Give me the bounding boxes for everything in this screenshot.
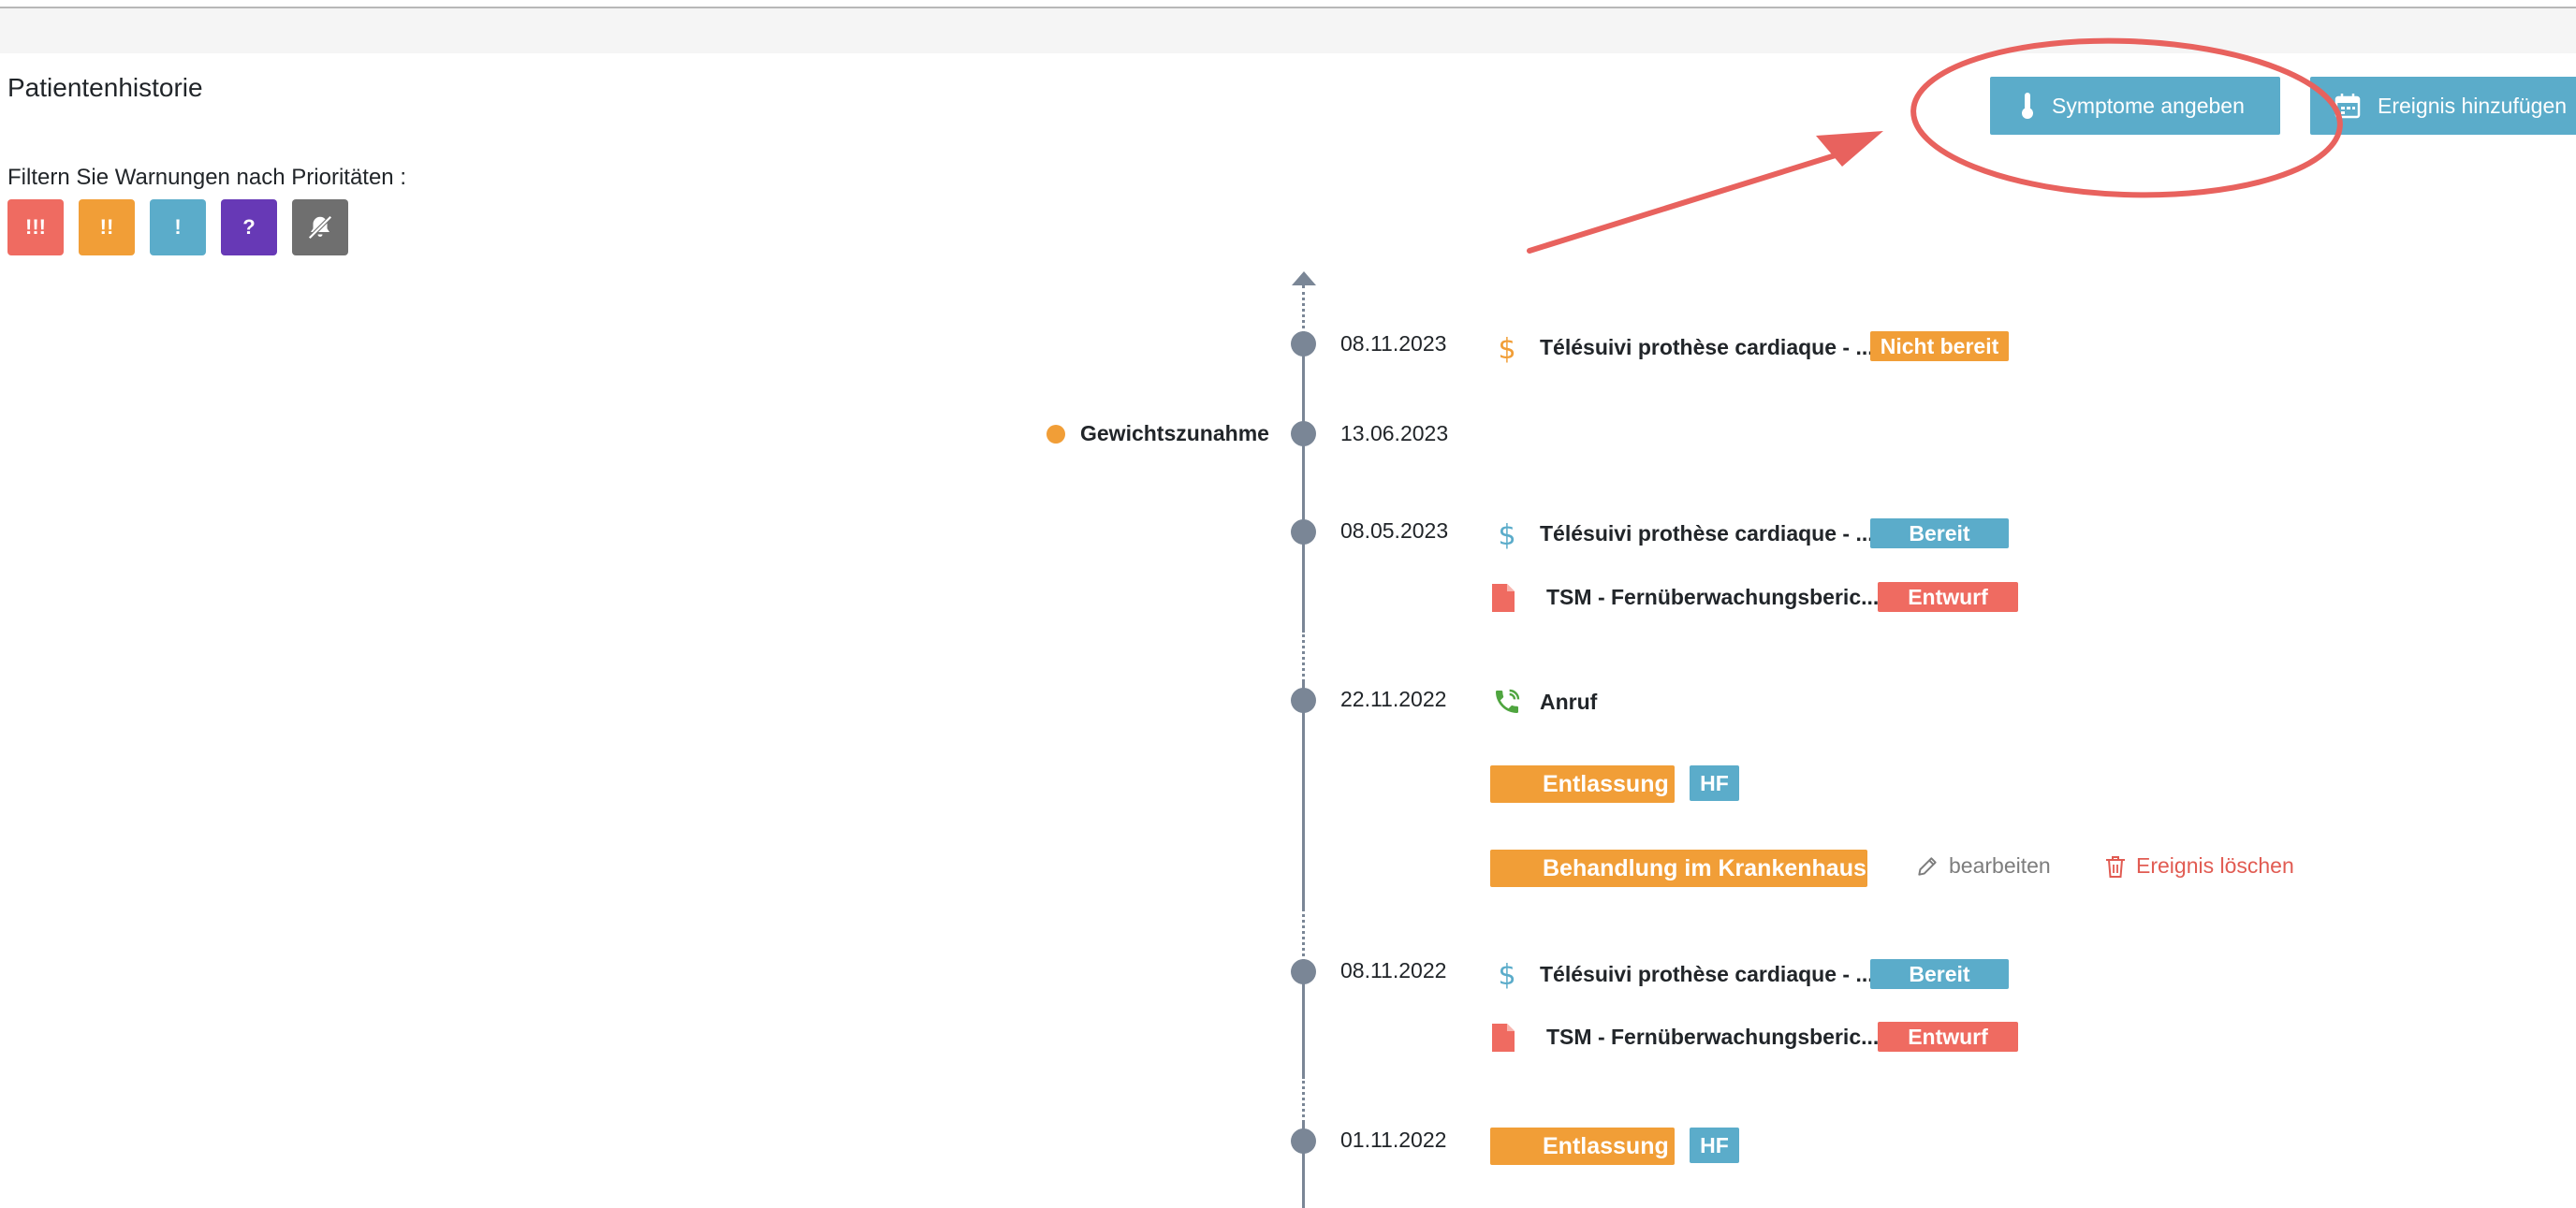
filter-muted-button[interactable] bbox=[292, 199, 348, 255]
report-symptoms-button[interactable]: Symptome angeben bbox=[1990, 77, 2280, 135]
annotation-arrow-line bbox=[1527, 147, 1856, 254]
annotation-arrow-head bbox=[1816, 131, 1883, 167]
svg-text:$: $ bbox=[1498, 519, 1515, 549]
dollar-icon: $ bbox=[1496, 519, 1518, 549]
timeline-dashed-segment bbox=[1302, 1076, 1305, 1123]
timeline-dot bbox=[1291, 331, 1316, 357]
add-event-button[interactable]: Ereignis hinzufügen bbox=[2310, 77, 2576, 135]
event-category-pill[interactable]: Entlassung bbox=[1490, 765, 1675, 803]
status-badge: Bereit bbox=[1870, 959, 2009, 989]
add-event-label: Ereignis hinzufügen bbox=[2378, 93, 2568, 118]
timeline-date: 08.11.2022 bbox=[1340, 958, 1447, 982]
phone-icon bbox=[1492, 687, 1522, 717]
status-badge: Entwurf bbox=[1878, 582, 2018, 612]
svg-text:$: $ bbox=[1498, 333, 1515, 363]
timeline-line bbox=[1302, 340, 1305, 630]
timeline-dot bbox=[1291, 421, 1316, 446]
window-top-border bbox=[0, 0, 2576, 8]
symptom-label[interactable]: Gewichtszunahme bbox=[1080, 421, 1269, 446]
edit-event-button[interactable]: bearbeiten bbox=[1915, 853, 2051, 879]
filter-priority-medium-button[interactable]: ! bbox=[150, 199, 206, 255]
timeline-date: 22.11.2022 bbox=[1340, 687, 1447, 711]
status-badge: Nicht bereit bbox=[1870, 331, 2009, 361]
page-title: Patientenhistorie bbox=[7, 73, 203, 102]
delete-event-button[interactable]: Ereignis löschen bbox=[2104, 853, 2294, 879]
warning-dot bbox=[1046, 425, 1065, 444]
svg-text:$: $ bbox=[1498, 959, 1515, 989]
timeline-dot bbox=[1291, 688, 1316, 713]
timeline-dashed-segment bbox=[1302, 630, 1305, 682]
timeline-line bbox=[1302, 682, 1305, 908]
muted-bell-icon bbox=[306, 213, 334, 241]
hf-tag: HF bbox=[1690, 765, 1739, 801]
timeline-line bbox=[1302, 975, 1305, 1076]
dollar-icon: $ bbox=[1496, 959, 1518, 989]
filter-priority-high-button[interactable]: !! bbox=[79, 199, 135, 255]
thermometer-icon bbox=[2020, 92, 2035, 120]
event-title-link[interactable]: Télésuivi prothèse cardiaque - ... bbox=[1540, 335, 1874, 360]
document-icon bbox=[1490, 1022, 1516, 1054]
filter-priority-unknown-button[interactable]: ? bbox=[221, 199, 277, 255]
event-category-pill[interactable]: Entlassung bbox=[1490, 1128, 1675, 1165]
timeline-dot bbox=[1291, 959, 1316, 984]
pencil-icon bbox=[1915, 854, 1939, 879]
event-title-link[interactable]: TSM - Fernüberwachungsberic... bbox=[1546, 1025, 1879, 1050]
document-icon bbox=[1490, 582, 1516, 614]
top-toolbar-strip bbox=[0, 8, 2576, 53]
dollar-icon: $ bbox=[1496, 333, 1518, 363]
edit-event-label: bearbeiten bbox=[1949, 853, 2051, 878]
timeline-date: 08.05.2023 bbox=[1340, 518, 1449, 543]
timeline-date: 13.06.2023 bbox=[1340, 421, 1449, 445]
trash-icon bbox=[2104, 854, 2127, 879]
delete-event-label: Ereignis löschen bbox=[2136, 853, 2294, 878]
calendar-icon bbox=[2334, 93, 2361, 119]
status-badge: Bereit bbox=[1870, 518, 2009, 548]
report-symptoms-label: Symptome angeben bbox=[2052, 93, 2245, 118]
timeline-dot bbox=[1291, 1128, 1316, 1154]
filter-priority-critical-button[interactable]: !!! bbox=[7, 199, 64, 255]
event-title-link[interactable]: TSM - Fernüberwachungsberic... bbox=[1546, 585, 1879, 610]
event-title-link[interactable]: Télésuivi prothèse cardiaque - ... bbox=[1540, 962, 1874, 987]
event-title-link[interactable]: Anruf bbox=[1540, 690, 1597, 715]
hf-tag: HF bbox=[1690, 1128, 1739, 1163]
timeline-dot bbox=[1291, 519, 1316, 545]
event-category-pill[interactable]: Behandlung im Krankenhaus bbox=[1490, 850, 1867, 887]
filter-label: Filtern Sie Warnungen nach Prioritäten : bbox=[7, 165, 406, 190]
event-title-link[interactable]: Télésuivi prothèse cardiaque - ... bbox=[1540, 521, 1874, 546]
timeline-date: 08.11.2023 bbox=[1340, 331, 1447, 356]
timeline-date: 01.11.2022 bbox=[1340, 1128, 1447, 1152]
status-badge: Entwurf bbox=[1878, 1022, 2018, 1052]
